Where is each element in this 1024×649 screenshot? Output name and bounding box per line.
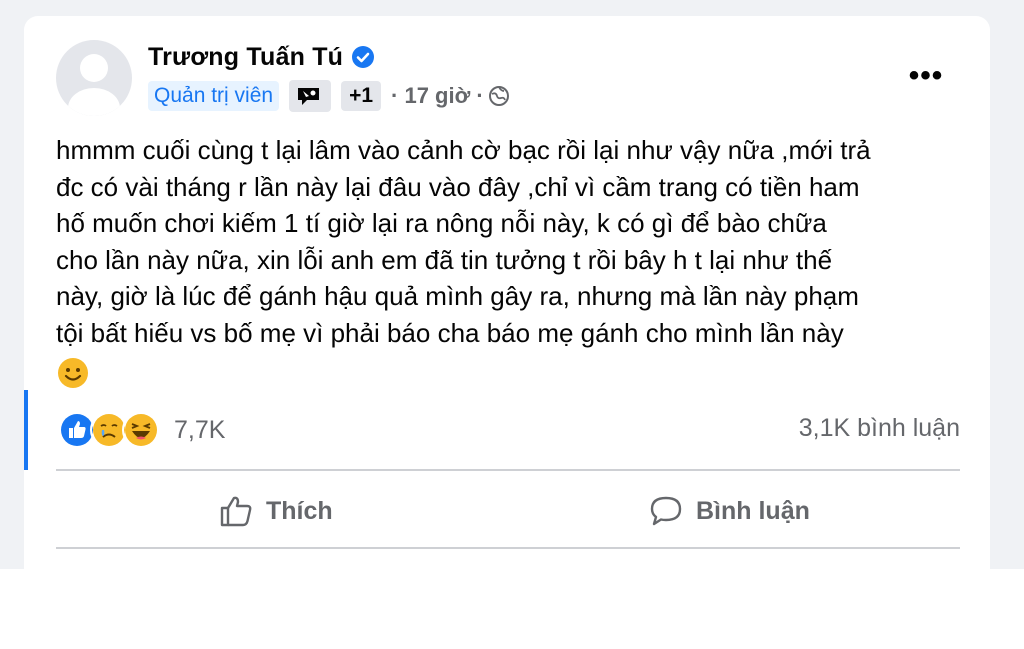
post-line: này, giờ là lúc để gánh hậu quả mình gây… (56, 281, 859, 312)
avatar-shoulders (68, 88, 120, 116)
comment-button[interactable]: Bình luận (648, 486, 810, 536)
avatar[interactable] (56, 40, 132, 116)
post-line: đc có vài tháng r lần này lại đâu vào đâ… (56, 171, 860, 202)
more-options-button[interactable]: ••• (898, 58, 954, 94)
divider (56, 469, 960, 471)
thumbs-up-icon (220, 496, 252, 527)
reaction-summary[interactable]: 7,7K (58, 410, 225, 450)
comment-label: Bình luận (696, 496, 810, 525)
post-line: hố muốn chơi kiếm 1 tí giờ lại ra nông n… (56, 208, 827, 239)
globe-icon[interactable] (488, 85, 510, 107)
focus-indicator (24, 390, 28, 470)
comment-icon (650, 496, 682, 526)
divider (56, 547, 960, 549)
post-line: cho lần này nữa, xin lỗi anh em đã tin t… (56, 244, 833, 275)
smile-emoji-icon (58, 358, 88, 388)
post-meta: Quản trị viên +1 · 17 giờ · (148, 79, 510, 113)
author-row: Trương Tuấn Tú (148, 42, 375, 72)
like-label: Thích (266, 496, 333, 525)
community-badge-icon[interactable] (289, 80, 332, 112)
post-time[interactable]: · 17 giờ · (391, 83, 484, 109)
author-name[interactable]: Trương Tuấn Tú (148, 43, 343, 72)
post-line: hmmm cuối cùng t lại lâm vào cảnh cờ bạc… (56, 135, 871, 165)
verified-badge-icon (352, 46, 375, 68)
reaction-count: 7,7K (174, 415, 226, 444)
post-body: hmmm cuối cùng t lại lâm vào cảnh cờ bạc… (56, 132, 966, 352)
more-badges-button[interactable]: +1 (341, 81, 382, 111)
haha-reaction-icon (122, 411, 160, 449)
comment-count-link[interactable]: 3,1K bình luận (799, 414, 960, 443)
role-badge[interactable]: Quản trị viên (148, 81, 280, 111)
avatar-head (80, 54, 108, 82)
like-button[interactable]: Thích (218, 486, 333, 536)
post-line: tội bất hiếu vs bố mẹ vì phải báo cha bá… (56, 317, 844, 348)
